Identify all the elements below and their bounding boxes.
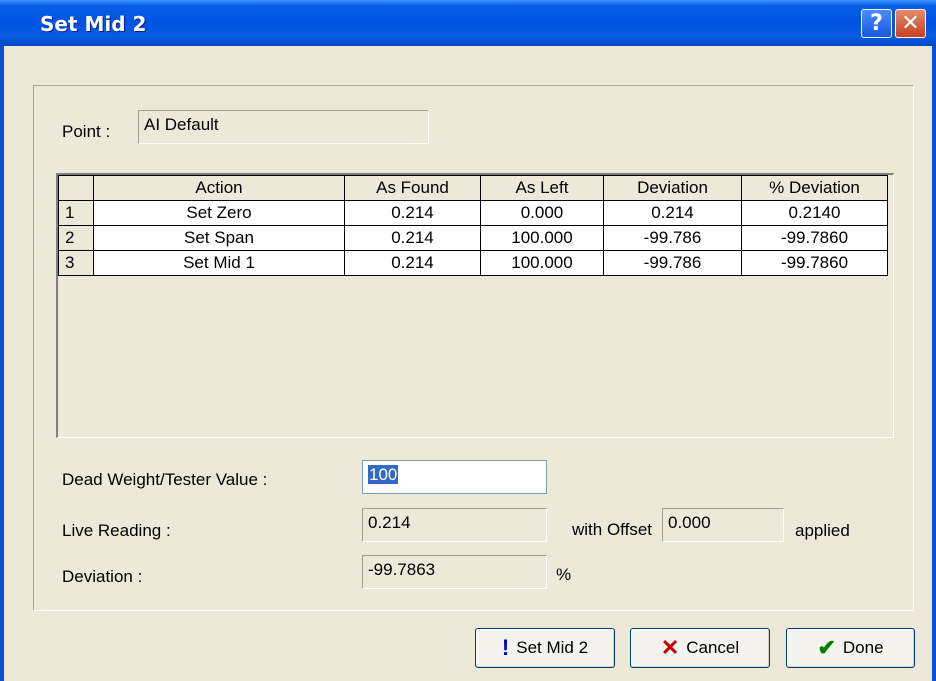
table-row[interactable]: 1 Set Zero 0.214 0.000 0.214 0.2140 <box>58 200 888 226</box>
table-header-row: Action As Found As Left Deviation % Devi… <box>58 175 888 201</box>
point-label: Point : <box>62 122 111 141</box>
deviation-unit: % <box>556 565 572 584</box>
window-title: Set Mid 2 <box>40 12 147 36</box>
dead-weight-label: Dead Weight/Tester Value : <box>62 470 268 489</box>
live-reading-value: 0.214 <box>368 513 411 532</box>
row-number: 3 <box>58 250 94 276</box>
point-value: AI Default <box>144 115 219 134</box>
results-table: Action As Found As Left Deviation % Devi… <box>58 175 888 276</box>
applied-label: applied <box>795 521 850 540</box>
close-icon: ✕ <box>901 11 920 36</box>
x-icon: ✕ <box>660 635 680 660</box>
window-border-left <box>0 46 4 681</box>
offset-field: 0.000 <box>662 508 784 542</box>
column-header-action[interactable]: Action <box>93 175 345 201</box>
deviation-field: -99.7863 <box>362 555 547 589</box>
column-header-as-left[interactable]: As Left <box>480 175 604 201</box>
exclamation-icon: ! <box>501 635 510 660</box>
deviation-value: -99.7863 <box>368 560 436 579</box>
table-row[interactable]: 2 Set Span 0.214 100.000 -99.786 -99.786… <box>58 225 888 251</box>
deviation-label: Deviation : <box>62 567 143 586</box>
offset-value: 0.000 <box>668 513 711 532</box>
pct-deviation-cell: 0.2140 <box>741 200 888 226</box>
column-header-index <box>58 175 94 201</box>
checkmark-icon: ✔ <box>817 635 836 660</box>
row-number: 2 <box>58 225 94 251</box>
title-bar[interactable]: Set Mid 2 ? ✕ <box>0 0 936 46</box>
window-border-right <box>932 46 936 681</box>
cancel-button-label: Cancel <box>686 638 740 657</box>
column-header-pct-deviation[interactable]: % Deviation <box>741 175 888 201</box>
action-cell: Set Zero <box>93 200 345 226</box>
action-cell: Set Span <box>93 225 345 251</box>
dead-weight-value: 100 <box>368 465 399 484</box>
cancel-button[interactable]: ✕ Cancel <box>630 628 770 668</box>
help-button[interactable]: ? <box>861 9 892 38</box>
pct-deviation-cell: -99.7860 <box>741 225 888 251</box>
pct-deviation-cell: -99.7860 <box>741 250 888 276</box>
as-found-cell: 0.214 <box>344 250 481 276</box>
results-grid[interactable]: Action As Found As Left Deviation % Devi… <box>56 173 894 438</box>
as-found-cell: 0.214 <box>344 200 481 226</box>
action-cell: Set Mid 1 <box>93 250 345 276</box>
deviation-cell: 0.214 <box>603 200 742 226</box>
deviation-cell: -99.786 <box>603 225 742 251</box>
offset-label: with Offset <box>572 520 652 539</box>
as-left-cell: 100.000 <box>480 250 604 276</box>
done-button[interactable]: ✔ Done <box>786 628 915 668</box>
deviation-cell: -99.786 <box>603 250 742 276</box>
row-number: 1 <box>58 200 94 226</box>
point-field: AI Default <box>138 110 429 144</box>
as-left-cell: 100.000 <box>480 225 604 251</box>
done-button-label: Done <box>842 638 884 657</box>
as-left-cell: 0.000 <box>480 200 604 226</box>
live-reading-label: Live Reading : <box>62 521 171 540</box>
table-row[interactable]: 3 Set Mid 1 0.214 100.000 -99.786 -99.78… <box>58 250 888 276</box>
column-header-as-found[interactable]: As Found <box>344 175 481 201</box>
question-icon: ? <box>870 11 883 36</box>
column-header-deviation[interactable]: Deviation <box>603 175 742 201</box>
close-button[interactable]: ✕ <box>895 9 926 38</box>
set-mid-button-label: Set Mid 2 <box>516 638 589 657</box>
as-found-cell: 0.214 <box>344 225 481 251</box>
dead-weight-input[interactable]: 100 <box>362 460 547 494</box>
set-mid-button[interactable]: ! Set Mid 2 <box>475 628 615 668</box>
live-reading-field: 0.214 <box>362 508 547 542</box>
